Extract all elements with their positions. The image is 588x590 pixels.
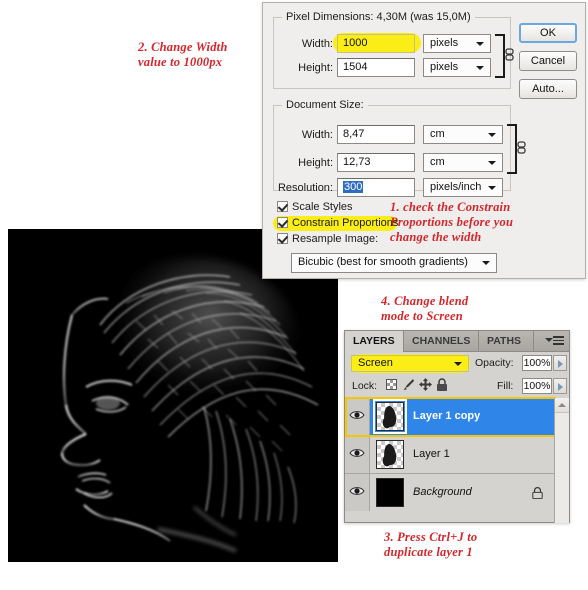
chevron-down-icon [488,186,496,190]
fill-stepper[interactable] [553,378,567,394]
fill-label: Fill: [497,380,514,392]
constrain-proportions-checkbox[interactable]: Constrain Proportions [277,217,398,231]
pixel-dimensions-title: Pixel Dimensions: 4,30M (was 15,0M) [282,11,475,23]
opacity-label: Opacity: [475,357,514,369]
chevron-down-icon [488,133,496,137]
layer-name[interactable]: Background [413,486,472,498]
pixel-height-unit-select[interactable]: pixels [423,58,491,77]
doc-width-unit-select[interactable]: cm [423,125,503,144]
blend-mode-select[interactable]: Screen [351,355,469,372]
fill-value[interactable]: 100% [522,378,552,394]
doc-height-input[interactable]: 12,73 [337,153,415,172]
lock-label: Lock: [352,380,378,392]
blend-mode-row: Screen Opacity: 100% [345,352,569,376]
panel-menu-icon[interactable] [545,336,564,347]
tab-channels[interactable]: CHANNELS [404,331,479,352]
panel-tab-strip: LAYERS CHANNELS PATHS [345,331,569,352]
eye-icon [349,411,365,419]
pixel-width-label: Width: [301,38,333,50]
layer-row-layer-1-copy[interactable]: Layer 1 copy [345,398,555,436]
chain-link-icon [505,48,514,61]
note-constrain-proportions: 1. check the Constrain Proportions befor… [390,200,514,244]
resample-method-select[interactable]: Bicubic (best for smooth gradients) [291,253,497,273]
layer-thumbnail[interactable] [376,478,404,507]
tab-paths[interactable]: PATHS [479,331,534,352]
layer-visibility-toggle[interactable] [345,436,370,473]
resolution-unit-select[interactable]: pixels/inch [423,178,503,197]
layer-name[interactable]: Layer 1 [413,448,450,460]
layer-locked-padlock-icon [532,487,543,499]
resolution-label: Resolution: [277,182,333,194]
layers-scrollbar[interactable] [554,398,569,523]
pixel-width-unit-select[interactable]: pixels [423,34,491,53]
doc-width-input[interactable]: 8,47 [337,125,415,144]
lock-row: Lock: Fill: 100% [345,376,569,399]
resolution-input[interactable]: 300 [337,178,415,197]
pixel-height-label: Height: [298,62,333,74]
layer-thumbnail-content [382,443,398,466]
chevron-down-icon [482,261,490,265]
document-size-title: Document Size: [282,99,368,111]
chain-link-icon [517,141,526,154]
note-change-width: 2. Change Width value to 1000px [138,40,228,69]
auto-button[interactable]: Auto... [519,79,577,99]
layer-visibility-toggle[interactable] [345,398,370,435]
pixel-dimensions-group: Pixel Dimensions: 4,30M (was 15,0M) [273,11,511,89]
chevron-down-icon [476,42,484,46]
layer-thumbnail[interactable] [376,440,404,469]
opacity-stepper[interactable] [553,355,567,371]
scroll-up-arrow-icon[interactable] [555,398,569,413]
layers-panel[interactable]: LAYERS CHANNELS PATHS Screen Opacity: 10… [344,330,570,523]
note-duplicate-layer: 3. Press Ctrl+J to duplicate layer 1 [384,530,478,559]
layer-visibility-toggle[interactable] [345,474,370,511]
checkbox-checked-icon [277,217,288,228]
doc-height-unit-select[interactable]: cm [423,153,503,172]
chevron-down-icon [476,66,484,70]
resample-image-checkbox[interactable]: Resample Image: [277,233,378,247]
note-change-blend-mode: 4. Change blend mode to Screen [381,294,469,323]
doc-height-label: Height: [298,157,333,169]
pixel-height-input[interactable]: 1504 [337,58,415,77]
pixel-width-input[interactable]: 1000 [337,34,415,53]
opacity-value[interactable]: 100% [522,355,552,371]
checkbox-checked-icon [277,201,288,212]
layer-row-layer-1[interactable]: Layer 1 [345,436,555,474]
checkbox-checked-icon [277,233,288,244]
eye-icon [349,449,365,457]
chevron-down-icon [454,362,462,366]
chevron-down-icon [545,338,553,342]
layer-name[interactable]: Layer 1 copy [413,410,480,422]
doc-width-label: Width: [301,129,333,141]
eye-icon [349,487,365,495]
cancel-button[interactable]: Cancel [519,51,577,71]
lock-all-padlock-icon[interactable] [436,378,448,391]
layer-thumbnail[interactable] [373,399,407,434]
tab-layers[interactable]: LAYERS [345,331,404,352]
layer-thumbnail-content [382,405,398,428]
lock-transparent-pixels-icon[interactable] [386,379,397,390]
layer-row-background[interactable]: Background [345,474,555,512]
lock-image-pixels-brush-icon[interactable] [402,378,415,391]
ok-button[interactable]: OK [519,23,577,43]
scale-styles-checkbox[interactable]: Scale Styles [277,201,353,215]
chevron-down-icon [488,161,496,165]
lock-position-move-icon[interactable] [419,378,432,391]
